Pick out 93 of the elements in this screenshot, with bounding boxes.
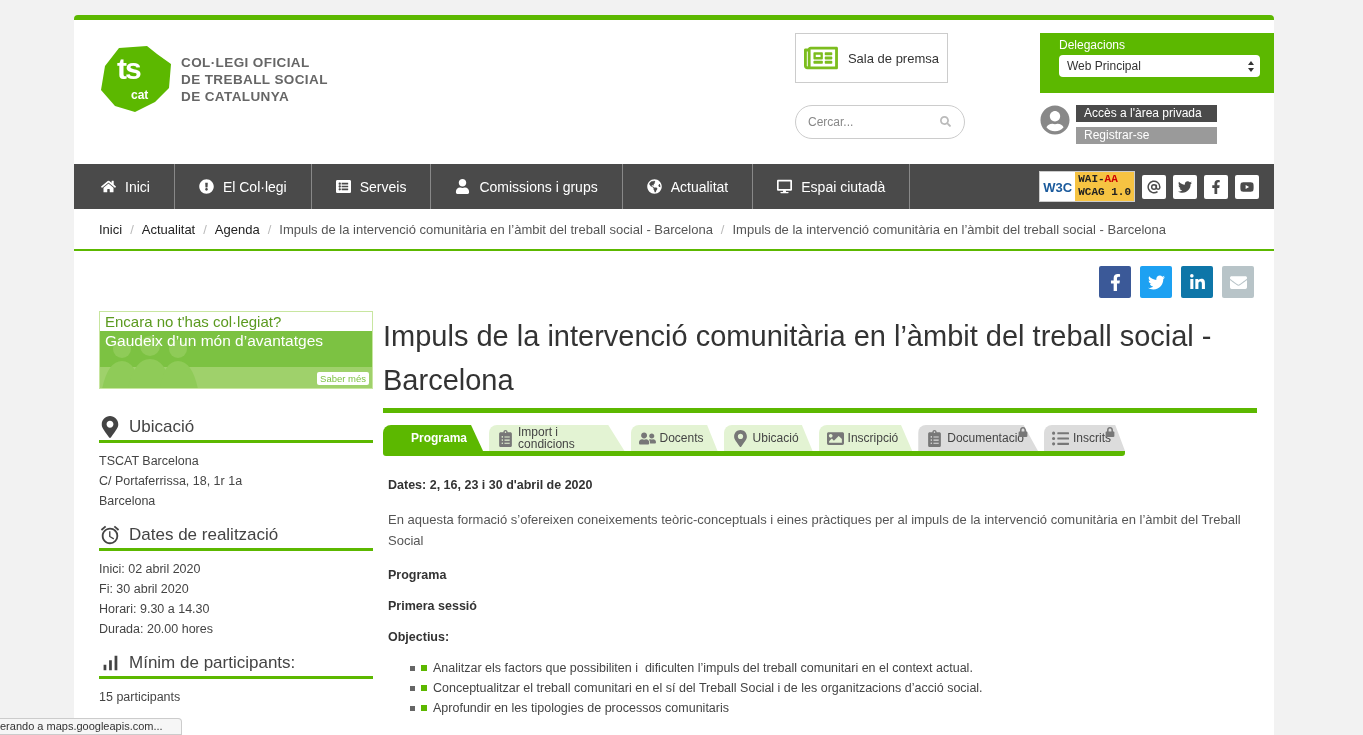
facebook-icon <box>1209 179 1223 194</box>
facebook-link[interactable] <box>1204 174 1228 199</box>
nav-item[interactable]: Inici <box>74 164 175 209</box>
logo-mark: ts <box>117 52 140 86</box>
section-icon <box>99 415 121 438</box>
objective-text: Conceptualitzar el treball comunitari en el sí del Treball Social i de les organitzacions d’acció social. <box>433 681 983 695</box>
section-text: Durada: 20.00 hores <box>99 621 214 638</box>
nav-icon <box>646 179 662 194</box>
objective-text: Aprofundir en les tipologies de processos comunitaris <box>433 701 729 715</box>
nav-icon <box>101 179 116 194</box>
breadcrumb-link[interactable]: Agenda <box>214 221 260 237</box>
section-title: Ubicació <box>129 416 195 437</box>
linkedin-icon <box>1188 273 1206 291</box>
breadcrumb-separator: / <box>720 221 725 237</box>
delegations-label: Delegacions <box>1059 38 1127 52</box>
nav-icon <box>777 179 793 194</box>
nav-icon <box>455 179 471 194</box>
page-title: Impuls de la intervenció comunitària en l’àmbit del treball social - Barcelona <box>383 314 1257 413</box>
search-field[interactable]: Cercar... <box>795 105 965 139</box>
content-heading: Programa <box>388 568 448 582</box>
w3c-text: W3C <box>1042 179 1074 197</box>
twitter-icon <box>1178 179 1192 194</box>
private-area-link[interactable]: Accès a l'àrea privada <box>1076 105 1217 122</box>
nav-item[interactable]: Actualitat <box>622 164 754 209</box>
dates-text: Dates: 2, 16, 23 i 30 d'abril de 2020 <box>388 478 594 492</box>
breadcrumb-link[interactable]: Impuls de la intervenció comunitària en l’àmbit del treball social - Barcelona <box>279 221 713 237</box>
breadcrumb-link[interactable]: Impuls de la intervenció comunitària en l’àmbit del treball social - Barcelona <box>732 221 1167 237</box>
bullet-icon <box>410 685 415 691</box>
breadcrumb-link[interactable]: Inici <box>99 221 123 237</box>
breadcrumb-separator: / <box>267 221 272 237</box>
nav-item[interactable]: Serveis <box>311 164 432 209</box>
logo-sub: cat <box>131 88 149 102</box>
intro-paragraph: En aquesta formació s’ofereixen coneixements teòric-conceptuals i eines pràctiques per al impuls de la intervenció comunitària en l’àmbit del Treball Social <box>388 511 1242 550</box>
delegations-select[interactable]: Web Principal <box>1059 55 1260 77</box>
promo-question: Encara no t'has col·legiat? <box>105 313 282 330</box>
nav-item[interactable]: El Col·legi <box>174 164 312 209</box>
content-heading: Objectius: <box>388 630 451 644</box>
breadcrumb-separator: / <box>130 221 134 237</box>
linkedin-share-button[interactable] <box>1181 266 1213 298</box>
tab[interactable]: Ubicació <box>723 425 813 451</box>
youtube-icon <box>1240 179 1254 194</box>
section-icon <box>99 523 121 546</box>
press-room-button[interactable]: Sala de premsa <box>795 33 948 83</box>
logo-text: DE CATALUNYA <box>181 87 291 105</box>
email-link[interactable] <box>1142 174 1166 199</box>
section-text: Barcelona <box>99 493 157 510</box>
envelope-icon <box>1229 273 1247 291</box>
bullet-icon <box>410 665 415 671</box>
breadcrumb-separator: / <box>203 221 207 237</box>
tab-icon <box>926 429 944 447</box>
square-icon <box>421 705 427 711</box>
nav-icon <box>198 179 214 194</box>
tab-icon <box>826 429 844 447</box>
content-heading: Primera sessió <box>388 599 478 613</box>
tab[interactable]: Import i condicions <box>489 425 625 451</box>
tab[interactable]: Docents <box>630 425 718 451</box>
logo-blob-icon <box>99 44 173 114</box>
section-text: 15 participants <box>99 689 182 706</box>
section-text: Fi: 30 abril 2020 <box>99 581 190 598</box>
youtube-link[interactable] <box>1235 174 1259 199</box>
membership-banner[interactable]: Encara no t'has col·legiat? Gaudeix d’un món d’avantatges Saber més <box>99 311 373 389</box>
section-text: C/ Portaferrissa, 18, 1r 1a <box>99 473 244 490</box>
tab-icon <box>497 429 515 447</box>
nav-icon <box>335 179 351 194</box>
twitter-link[interactable] <box>1173 174 1197 199</box>
section-title: Mínim de participants: <box>129 652 296 673</box>
wai-level: WAI-AA <box>1078 173 1119 186</box>
square-icon <box>421 665 427 671</box>
facebook-share-button[interactable] <box>1099 266 1131 298</box>
logo-text: COL·LEGI OFICIAL <box>181 53 311 71</box>
twitter-share-button[interactable] <box>1140 266 1172 298</box>
promo-tagline: Gaudeix d’un món d’avantatges <box>105 332 323 350</box>
nav-item[interactable]: Comissions i grups <box>431 164 623 209</box>
select-arrows-icon <box>1248 60 1254 72</box>
user-avatar-icon <box>1040 105 1070 135</box>
section-text: Horari: 9.30 a 14.30 <box>99 601 211 618</box>
tab-icon <box>731 429 749 447</box>
wcag-version: WCAG 1.0 <box>1078 186 1131 199</box>
logo-text: DE TREBALL SOCIAL <box>181 70 328 88</box>
objective-text: Analitzar els factors que possibiliten i dificulten l’impuls del treball comunitari en el context actual. <box>433 661 973 675</box>
tab-icon <box>1052 429 1069 447</box>
section-text: Inici: 02 abril 2020 <box>99 561 202 578</box>
bullet-icon <box>410 705 415 711</box>
twitter-icon <box>1147 273 1165 291</box>
square-icon <box>421 685 427 691</box>
nav-item[interactable]: Espai ciutadà <box>753 164 911 209</box>
tab[interactable]: Inscripció <box>818 425 913 451</box>
breadcrumb-link[interactable]: Actualitat <box>141 221 196 237</box>
at-sign-icon <box>1147 179 1161 194</box>
section-title: Dates de realització <box>129 524 279 545</box>
search-icon <box>940 116 951 127</box>
status-bar: erando a maps.googleapis.com... <box>0 718 182 735</box>
section-text: TSCAT Barcelona <box>99 453 200 470</box>
